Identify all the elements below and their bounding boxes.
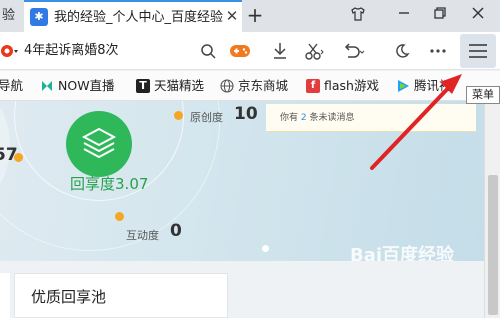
quality-pool-card: 优质回享池	[14, 273, 228, 318]
address-input[interactable]: 4年起诉离婚8次	[24, 40, 214, 62]
search-icon[interactable]	[196, 39, 220, 63]
marker-dot	[262, 245, 269, 252]
bookmarks-bar: 导航 NOW直播 T 天猫精选 京东商城 f flash游戏 腾讯视	[0, 71, 500, 101]
layers-icon	[81, 127, 117, 159]
interaction-label: 互动度	[126, 229, 159, 242]
tab-previous-label: 验	[2, 8, 16, 23]
left-card	[0, 273, 10, 318]
originality-label: 原创度	[190, 111, 223, 124]
bookmark-nav[interactable]: 导航	[0, 71, 23, 101]
tmall-icon: T	[136, 79, 150, 93]
shirt-icon[interactable]	[346, 6, 370, 26]
enjoy-value: 3.07	[115, 175, 149, 193]
scissors-icon[interactable]	[302, 39, 326, 63]
scrollbar-thumb[interactable]	[488, 175, 498, 315]
bookmark-jd[interactable]: 京东商城	[220, 71, 288, 101]
game-icon[interactable]	[228, 39, 252, 63]
bookmark-nav-label: 导航	[0, 78, 24, 93]
close-tab-icon[interactable]: ✕	[224, 7, 240, 25]
address-toolbar: 4年起诉离婚8次	[0, 32, 500, 70]
enjoy-label: 回享度	[70, 175, 116, 193]
bookmark-jd-label: 京东商城	[238, 78, 289, 93]
section-title: 优质回享池	[31, 288, 107, 306]
originality-value: 10	[234, 104, 258, 124]
menu-button[interactable]	[460, 34, 496, 68]
marker-dot	[14, 153, 23, 162]
enjoy-score: 回享度3.07	[70, 173, 148, 194]
notice-count: 2	[300, 113, 307, 123]
unread-notice[interactable]: 你有 2 条未读消息	[266, 104, 476, 132]
minimize-button[interactable]	[392, 6, 416, 26]
close-window-button[interactable]	[466, 6, 490, 26]
moon-icon[interactable]	[390, 39, 414, 63]
download-icon[interactable]	[268, 39, 292, 63]
tencent-video-icon	[398, 80, 409, 92]
marker-dot	[115, 212, 124, 221]
profile-banner: 57 原创度 10 回享度3.07 互动度 0 你有 2 条未读消息 Bai百度…	[0, 101, 484, 266]
tab-previous[interactable]: 验	[0, 0, 24, 32]
marker-dot	[174, 111, 183, 120]
menu-icon	[469, 44, 487, 58]
bookmark-tencent-label: 腾讯视	[414, 78, 452, 93]
tab-bar: 验 ✱ 我的经验_个人中心_百度经验 ✕ +	[0, 0, 500, 32]
new-tab-button[interactable]: +	[244, 4, 266, 26]
tab-active[interactable]: ✱ 我的经验_个人中心_百度经验 ✕	[24, 0, 242, 32]
notice-suffix: 条未读消息	[309, 113, 355, 123]
bookmark-now-label: NOW直播	[58, 78, 115, 93]
vertical-scrollbar[interactable]	[484, 101, 500, 318]
bookmark-flash[interactable]: f flash游戏	[306, 71, 379, 101]
bookmark-tmall[interactable]: T 天猫精选	[136, 71, 204, 101]
bookmark-flash-label: flash游戏	[324, 78, 379, 93]
profile-content: 57 原创度 10 回享度3.07 互动度 0 你有 2 条未读消息 Bai百度…	[0, 101, 484, 318]
flash-game-icon: f	[306, 79, 320, 93]
notice-prefix: 你有	[280, 113, 299, 123]
globe-icon	[220, 79, 234, 93]
bookmark-now[interactable]: NOW直播	[40, 71, 115, 101]
lower-section: 优质回享池	[0, 261, 484, 318]
undo-icon[interactable]	[342, 39, 366, 63]
bookmark-tencent-video[interactable]: 腾讯视	[396, 71, 452, 101]
paw-icon: ✱	[30, 8, 48, 26]
interaction-value: 0	[170, 221, 182, 241]
bookmark-tmall-label: 天猫精选	[154, 78, 205, 93]
tab-title: 我的经验_个人中心_百度经验	[54, 10, 224, 25]
menu-tooltip: 菜单	[466, 86, 500, 104]
more-icon[interactable]	[426, 39, 450, 63]
restore-button[interactable]	[428, 6, 452, 26]
now-live-icon	[42, 81, 52, 91]
search-engine-icon[interactable]	[0, 41, 20, 61]
level-badge	[66, 111, 132, 177]
